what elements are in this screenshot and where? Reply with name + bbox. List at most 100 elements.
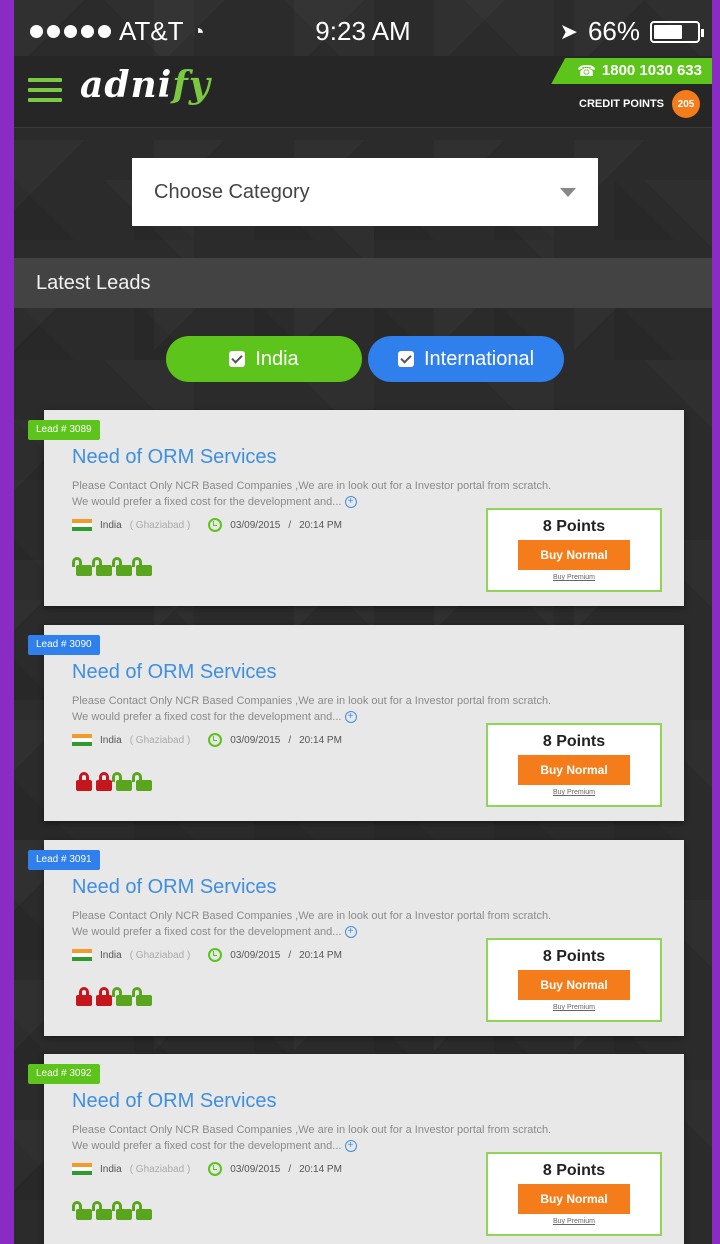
lead-desc-line: Please Contact Only NCR Based Companies … [72,910,552,922]
lead-card[interactable]: Lead # 3089 Need of ORM Services Please Co… [28,410,684,606]
lead-points: 8 Points [542,518,606,535]
logo: adnify [80,64,211,106]
clock-icon [208,518,223,532]
filter-international-toggle[interactable]: International [368,336,564,382]
status-bar: AT&T ◔ 9:23 AM ➤ 66% [14,0,712,60]
credit-count-badge: 205 [672,90,700,118]
india-flag-icon [72,519,92,531]
logo-suffix: fy [172,64,211,106]
date-separator: / [288,1163,292,1175]
unlock-icon [112,986,132,1006]
lead-points: 8 Points [542,733,606,750]
lead-country: India [100,1163,122,1175]
buy-normal-button[interactable]: Buy Normal [518,1184,630,1214]
lead-id-tag: Lead # 3090 [28,635,100,655]
lead-city: ( Ghaziabad ) [129,1163,191,1175]
lead-city: ( Ghaziabad ) [129,519,191,531]
lead-title[interactable]: Need of ORM Services [72,446,277,469]
unlock-icon [132,1200,152,1220]
lead-time: 20:14 PM [299,734,342,746]
buy-premium-link[interactable]: Buy Premium [488,574,660,581]
buy-premium-link[interactable]: Buy Premium [488,1218,660,1225]
unlock-icon [132,556,152,576]
lock-status [72,556,152,576]
lead-date: 03/09/2015 [230,734,281,746]
lead-city: ( Ghaziabad ) [129,734,191,746]
india-flag-icon [72,1163,92,1175]
category-placeholder: Choose Category [154,180,310,203]
lead-desc-text: We would prefer a fixed cost for the dev… [72,711,342,723]
points-box: 8 Points Buy Normal Buy Premium [486,723,662,807]
unlock-icon [112,1200,132,1220]
app-header: adnify ☎ 1800 1030 633 CREDIT POINTS 205 [14,56,712,128]
lead-country: India [100,519,122,531]
lead-title[interactable]: Need of ORM Services [72,876,277,899]
expand-icon[interactable]: + [344,496,357,509]
points-box: 8 Points Buy Normal Buy Premium [486,508,662,592]
clock-icon [208,948,223,962]
points-box: 8 Points Buy Normal Buy Premium [486,938,662,1022]
category-select[interactable]: Choose Category [132,158,598,226]
buy-normal-button[interactable]: Buy Normal [518,540,630,570]
date-separator: / [288,519,292,531]
lock-icon [76,986,92,1006]
lead-title[interactable]: Need of ORM Services [72,1090,277,1113]
status-right: ➤ 66% [559,16,704,47]
lock-icon [96,771,112,791]
logo-prefix: adni [80,64,173,106]
lead-date: 03/09/2015 [230,519,281,531]
unlock-icon [112,556,132,576]
lead-card[interactable]: Lead # 3090 Need of ORM Services Please Co… [28,625,684,821]
lead-meta: India ( Ghaziabad ) 03/09/2015 / 20:14 PM [72,518,342,532]
section-title: Latest Leads [14,258,712,308]
phone-number: 1800 1030 633 [601,62,702,79]
buy-premium-link[interactable]: Buy Premium [488,789,660,796]
lock-status [76,986,152,1006]
buy-normal-button[interactable]: Buy Normal [518,755,630,785]
filter-india-toggle[interactable]: India [166,336,362,382]
location-arrow-icon: ➤ [559,18,578,44]
phone-number-badge[interactable]: ☎ 1800 1030 633 [551,58,712,84]
lead-card[interactable]: Lead # 3091 Need of ORM Services Please Co… [28,840,684,1036]
lead-description: Please Contact Only NCR Based Companies … [72,908,612,940]
battery-fill [654,24,682,39]
lead-country: India [100,734,122,746]
unlock-icon [72,556,92,576]
expand-icon[interactable]: + [344,711,357,724]
unlock-icon [72,1200,92,1220]
lead-id-tag: Lead # 3089 [28,420,100,440]
lead-meta: India ( Ghaziabad ) 03/09/2015 / 20:14 PM [72,948,342,962]
lead-title[interactable]: Need of ORM Services [72,661,277,684]
buy-normal-button[interactable]: Buy Normal [518,970,630,1000]
unlock-icon [112,771,132,791]
filter-international-label: International [423,347,535,370]
menu-icon[interactable] [28,78,62,102]
lock-status [76,771,152,791]
unlock-icon [132,771,152,791]
buy-premium-link[interactable]: Buy Premium [488,1004,660,1011]
lead-points: 8 Points [542,948,606,965]
lead-desc-line: Please Contact Only NCR Based Companies … [72,480,552,492]
clock-icon [208,1162,223,1176]
unlock-icon [92,556,112,576]
lead-description: Please Contact Only NCR Based Companies … [72,693,612,725]
expand-icon[interactable]: + [344,1140,357,1153]
lead-desc-text: We would prefer a fixed cost for the dev… [72,926,342,938]
unlock-icon [132,986,152,1006]
battery-percent: 66% [587,16,640,46]
india-flag-icon [72,734,92,746]
lead-time: 20:14 PM [299,1163,342,1175]
lock-status [72,1200,152,1220]
lead-date: 03/09/2015 [230,1163,281,1175]
lead-card[interactable]: Lead # 3092 Need of ORM Services Please Co… [28,1054,684,1244]
lead-time: 20:14 PM [299,949,342,961]
lead-id-tag: Lead # 3092 [28,1064,100,1084]
lead-date: 03/09/2015 [230,949,281,961]
chevron-down-icon [560,187,576,197]
lead-country: India [100,949,122,961]
lead-time: 20:14 PM [299,519,342,531]
lock-icon [96,986,112,1006]
lead-description: Please Contact Only NCR Based Companies … [72,478,612,510]
checkbox-icon [229,351,246,367]
expand-icon[interactable]: + [344,926,357,939]
